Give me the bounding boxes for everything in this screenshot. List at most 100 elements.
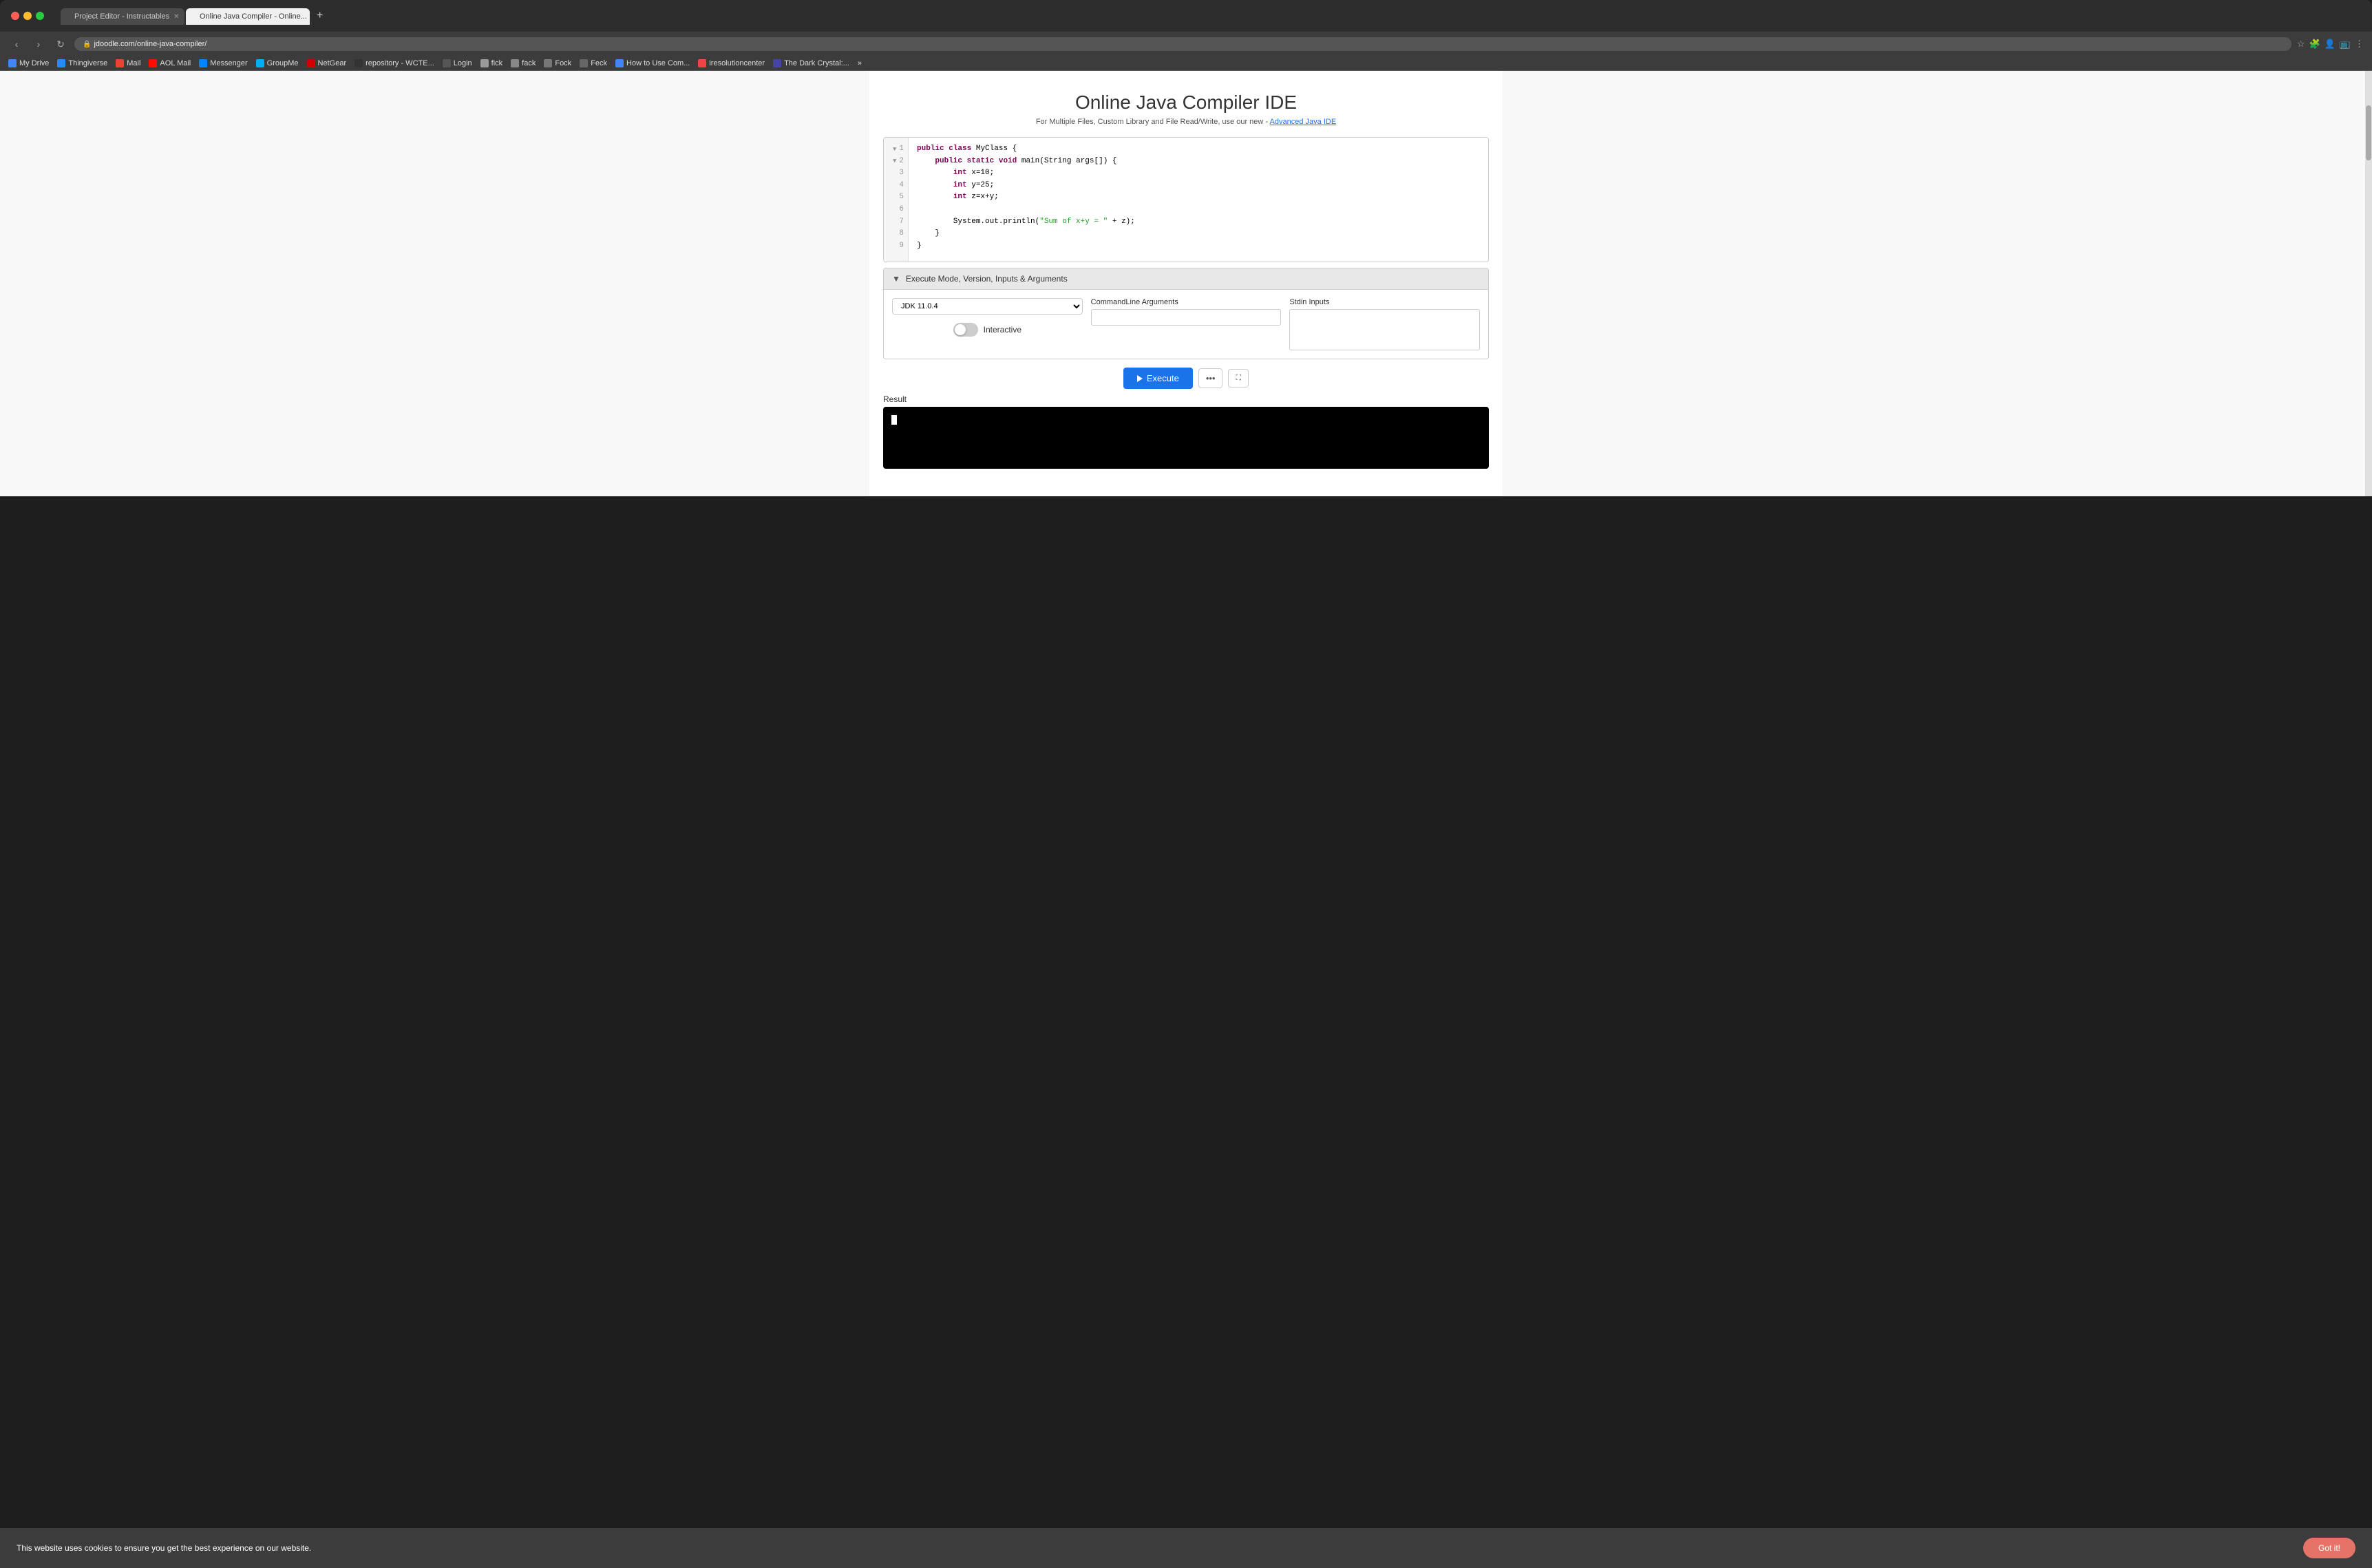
url-text: jdoodle.com/online-java-compiler/ (94, 40, 2283, 48)
code-line-1: public class MyClass { (917, 143, 1480, 156)
bookmark-groupme[interactable]: GroupMe (256, 59, 299, 67)
bookmark-fick-label: fick (491, 59, 503, 67)
back-button[interactable]: ‹ (8, 36, 25, 52)
toggle-knob (955, 324, 966, 335)
cookie-accept-button[interactable]: Got it! (2303, 1538, 2355, 1558)
interactive-label: Interactive (984, 325, 1021, 335)
bookmark-fack[interactable]: fack (511, 59, 536, 67)
code-line-9: } (917, 240, 1480, 253)
page-subtitle: For Multiple Files, Custom Library and F… (883, 118, 1489, 126)
bookmark-mydrive-label: My Drive (19, 59, 49, 67)
tab-bar: Project Editor - Instructables ✕ Online … (61, 7, 328, 25)
line-number-9: 9 (888, 240, 904, 253)
code-line-7: System.out.println("Sum of x+y = " + z); (917, 216, 1480, 229)
result-label: Result (883, 394, 1489, 404)
tab-instructables[interactable]: Project Editor - Instructables ✕ (61, 8, 184, 25)
bookmark-messenger-label: Messenger (210, 59, 247, 67)
bookmark-fock-label: Fock (555, 59, 571, 67)
url-bar[interactable]: 🔒 jdoodle.com/online-java-compiler/ (74, 37, 2291, 51)
tab-close-icon[interactable]: ✕ (173, 13, 179, 21)
menu-icon[interactable]: ⋮ (2355, 39, 2364, 50)
code-content[interactable]: public class MyClass { public static voi… (909, 138, 1488, 262)
code-area[interactable]: ▼ 1 ▼ 2 3 4 5 6 7 8 9 (884, 138, 1488, 262)
interactive-toggle[interactable] (953, 323, 978, 337)
forward-button[interactable]: › (30, 36, 47, 52)
fold-icon-2[interactable]: ▼ (893, 156, 896, 166)
minimize-button[interactable] (23, 12, 32, 20)
bookmark-mail[interactable]: Mail (116, 59, 140, 67)
line-number-6: 6 (888, 204, 904, 216)
result-area (883, 407, 1489, 469)
feck-icon (580, 59, 588, 67)
tab-jdoodle-label: Online Java Compiler - Online... (200, 12, 307, 21)
groupme-icon (256, 59, 264, 67)
browser-content: Online Java Compiler IDE For Multiple Fi… (0, 71, 2372, 496)
bookmarks-icon[interactable]: ☆ (2297, 39, 2305, 50)
reload-button[interactable]: ↻ (52, 36, 69, 52)
traffic-lights (11, 12, 44, 20)
bookmark-mail-label: Mail (127, 59, 140, 67)
bookmark-more[interactable]: » (858, 59, 862, 67)
code-line-5: int z=x+y; (917, 191, 1480, 204)
bookmark-fick[interactable]: fick (480, 59, 503, 67)
jdk-select[interactable]: JDK 11.0.4 JDK 8 JDK 14 (892, 298, 1083, 315)
code-editor: ▼ 1 ▼ 2 3 4 5 6 7 8 9 (883, 137, 1489, 262)
bookmark-iresolution[interactable]: iresolutioncenter (698, 59, 765, 67)
bookmark-aolmail[interactable]: AOL Mail (149, 59, 191, 67)
tab-jdoodle[interactable]: Online Java Compiler - Online... ✕ (186, 8, 310, 25)
bookmark-aolmail-label: AOL Mail (160, 59, 191, 67)
fock-icon (544, 59, 552, 67)
play-icon (1137, 375, 1143, 382)
bookmark-messenger[interactable]: Messenger (199, 59, 247, 67)
fullscreen-label: ⛶ (1236, 374, 1241, 382)
bookmark-howto[interactable]: How to Use Com... (615, 59, 690, 67)
more-options-button[interactable]: ••• (1198, 368, 1223, 388)
bookmark-darkcrystal[interactable]: The Dark Crystal:... (773, 59, 849, 67)
bookmark-fock[interactable]: Fock (544, 59, 571, 67)
aol-icon (149, 59, 157, 67)
bookmark-darkcrystal-label: The Dark Crystal:... (784, 59, 849, 67)
bookmark-login[interactable]: Login (443, 59, 472, 67)
line-number-2: ▼ 2 (888, 156, 904, 168)
collapse-icon[interactable]: ▼ (892, 274, 900, 284)
line-number-8: 8 (888, 228, 904, 240)
scrollbar[interactable] (2365, 71, 2372, 496)
code-line-2: public static void main(String args[]) { (917, 156, 1480, 168)
fullscreen-button[interactable]: ⛶ (1228, 369, 1249, 388)
bookmark-mydrive[interactable]: My Drive (8, 59, 49, 67)
cookie-text: This website uses cookies to ensure you … (17, 1543, 2303, 1553)
bookmark-fack-label: fack (522, 59, 536, 67)
bookmark-iresolution-label: iresolutioncenter (709, 59, 765, 67)
messenger-icon (199, 59, 207, 67)
maximize-button[interactable] (36, 12, 44, 20)
cast-icon[interactable]: 📺 (2340, 39, 2351, 50)
execute-panel: ▼ Execute Mode, Version, Inputs & Argume… (883, 268, 1489, 359)
line-number-4: 4 (888, 180, 904, 192)
cmdline-input[interactable] (1091, 309, 1282, 326)
scrollbar-thumb[interactable] (2366, 105, 2371, 160)
bookmark-netgear[interactable]: NetGear (307, 59, 347, 67)
advanced-ide-link[interactable]: Advanced Java IDE (1270, 118, 1337, 126)
bookmark-ict[interactable]: repository - WCTE... (354, 59, 434, 67)
browser-window: Project Editor - Instructables ✕ Online … (0, 0, 2372, 496)
code-line-8: } (917, 228, 1480, 240)
cookie-banner: This website uses cookies to ensure you … (0, 1528, 2372, 1568)
gmail-icon (116, 59, 124, 67)
execute-header-label: Execute Mode, Version, Inputs & Argument… (906, 274, 1068, 284)
close-button[interactable] (11, 12, 19, 20)
jdk-select-wrapper: JDK 11.0.4 JDK 8 JDK 14 (892, 298, 1083, 315)
line-number-5: 5 (888, 191, 904, 204)
bookmark-feck[interactable]: Feck (580, 59, 607, 67)
bookmark-groupme-label: GroupMe (267, 59, 299, 67)
stdin-label: Stdin Inputs (1289, 298, 1480, 306)
bookmark-thingiverse[interactable]: Thingiverse (57, 59, 107, 67)
extensions-icon[interactable]: 🧩 (2309, 39, 2320, 50)
new-tab-button[interactable]: + (311, 7, 328, 25)
stdin-textarea[interactable] (1289, 309, 1480, 350)
line-numbers: ▼ 1 ▼ 2 3 4 5 6 7 8 9 (884, 138, 909, 262)
execute-button-label: Execute (1147, 373, 1179, 383)
user-icon[interactable]: 👤 (2325, 39, 2336, 50)
execute-button[interactable]: Execute (1123, 368, 1193, 389)
fold-icon-1[interactable]: ▼ (893, 145, 896, 154)
result-section: Result (883, 394, 1489, 469)
